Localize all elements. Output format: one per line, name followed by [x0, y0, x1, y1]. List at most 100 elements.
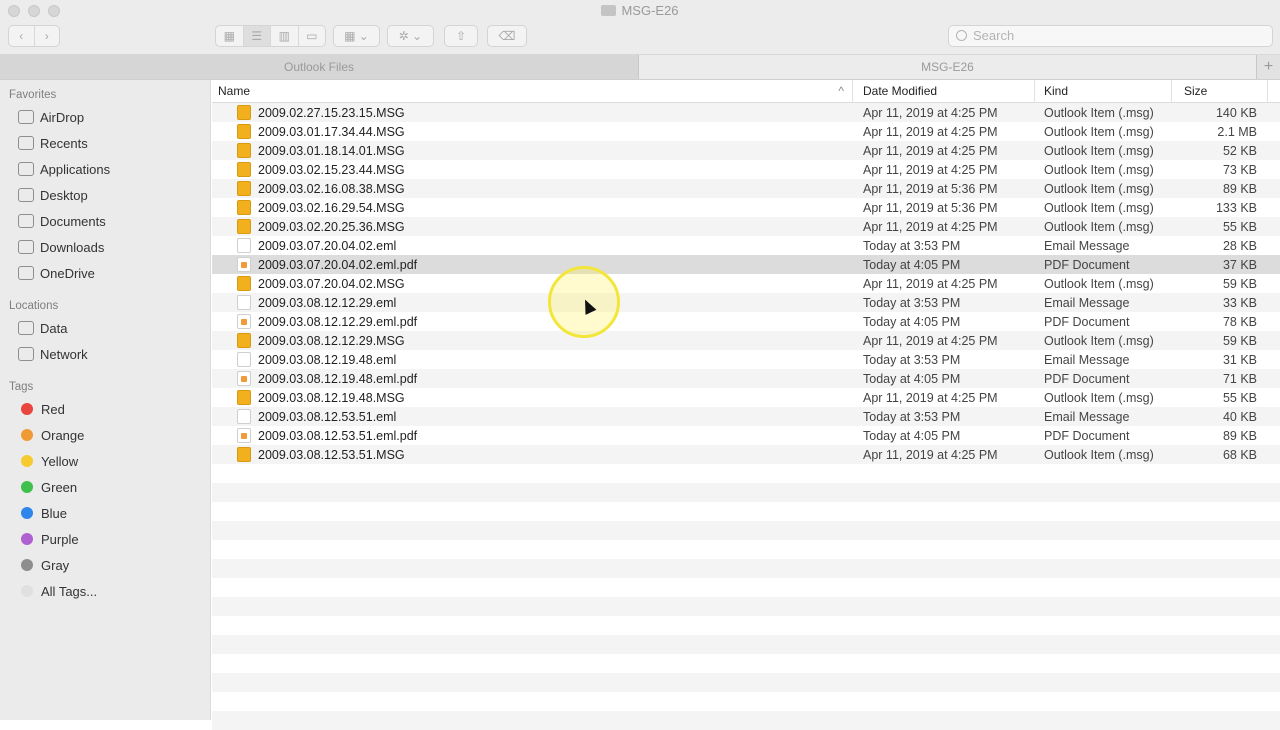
file-name: 2009.03.02.15.23.44.MSG	[258, 162, 405, 177]
file-kind: PDF Document	[1044, 314, 1130, 329]
file-row[interactable]: 2009.03.07.20.04.02.MSG Apr 11, 2019 at 4…	[212, 274, 1280, 293]
sidebar-item-applications[interactable]: Applications	[18, 159, 110, 179]
network-icon	[18, 347, 34, 361]
sidebar-item-documents[interactable]: Documents	[18, 211, 106, 231]
msg-file-icon	[237, 390, 251, 405]
file-name-cell: 2009.03.08.12.19.48.eml.pdf	[212, 371, 853, 386]
file-date: Apr 11, 2019 at 4:25 PM	[863, 162, 998, 177]
file-name: 2009.03.08.12.12.29.eml	[258, 295, 397, 310]
sidebar-item-onedrive[interactable]: OneDrive	[18, 263, 95, 283]
search-input[interactable]: Search	[948, 25, 1273, 47]
applications-icon	[18, 162, 34, 176]
sidebar-tag-gray[interactable]: Gray	[18, 555, 69, 575]
tags-heading: Tags	[9, 381, 34, 393]
eml-file-icon	[237, 409, 251, 424]
file-row[interactable]: 2009.03.08.12.19.48.MSG Apr 11, 2019 at 4…	[212, 388, 1280, 407]
file-kind: PDF Document	[1044, 257, 1130, 272]
tab-outlook-files[interactable]: Outlook Files	[0, 55, 639, 79]
file-kind: Email Message	[1044, 295, 1130, 310]
back-button[interactable]: ‹	[9, 26, 35, 46]
file-kind: Outlook Item (.msg)	[1044, 200, 1154, 215]
tag-button[interactable]: ⌫	[487, 25, 527, 47]
file-row[interactable]: 2009.03.08.12.19.48.eml Today at 3:53 PM E…	[212, 350, 1280, 369]
msg-file-icon	[237, 124, 251, 139]
file-name-cell: 2009.03.08.12.19.48.MSG	[212, 390, 853, 405]
file-row[interactable]: 2009.02.27.15.23.15.MSG Apr 11, 2019 at 4…	[212, 103, 1280, 122]
file-size: 73 KB	[1222, 162, 1257, 177]
column-kind[interactable]: Kind	[1035, 80, 1172, 102]
file-row[interactable]: 2009.03.08.12.12.29.MSG Apr 11, 2019 at 4…	[212, 331, 1280, 350]
sidebar-tag-blue[interactable]: Blue	[18, 503, 67, 523]
file-size: 89 KB	[1222, 181, 1257, 196]
file-date: Apr 11, 2019 at 4:25 PM	[863, 276, 998, 291]
sidebar-item-network-label: Network	[40, 346, 88, 362]
msg-file-icon	[237, 200, 251, 215]
file-row[interactable]: 2009.03.02.16.29.54.MSG Apr 11, 2019 at 5…	[212, 198, 1280, 217]
forward-button[interactable]: ›	[35, 26, 60, 46]
file-kind: Outlook Item (.msg)	[1044, 333, 1154, 348]
file-row[interactable]: 2009.03.01.18.14.01.MSG Apr 11, 2019 at 4…	[212, 141, 1280, 160]
tag-dot-icon	[21, 533, 33, 545]
gallery-view-button[interactable]: ▭	[299, 26, 326, 46]
list-view-button[interactable]: ☰	[243, 26, 271, 46]
sidebar-item-network[interactable]: Network	[18, 344, 88, 364]
sidebar-item-data[interactable]: Data	[18, 318, 67, 338]
sidebar-tag-purple[interactable]: Purple	[18, 529, 79, 549]
folder-icon	[601, 5, 617, 16]
column-header: Name ^ Date Modified Kind Size	[212, 80, 1280, 103]
column-view-button[interactable]: ▥	[271, 26, 299, 46]
sidebar-tag-green[interactable]: Green	[18, 477, 77, 497]
file-date: Today at 4:05 PM	[863, 428, 961, 443]
share-button[interactable]: ⇧	[444, 25, 478, 47]
file-row[interactable]: 2009.03.08.12.19.48.eml.pdf Today at 4:05…	[212, 369, 1280, 388]
sidebar-tag-orange-label: Orange	[41, 427, 85, 443]
msg-file-icon	[237, 447, 251, 462]
file-row[interactable]: 2009.03.08.12.12.29.eml Today at 3:53 PM E…	[212, 293, 1280, 312]
file-row[interactable]: 2009.03.01.17.34.44.MSG Apr 11, 2019 at 4…	[212, 122, 1280, 141]
sidebar-item-desktop[interactable]: Desktop	[18, 185, 88, 205]
file-row[interactable]: 2009.03.08.12.53.51.eml Today at 3:53 PM E…	[212, 407, 1280, 426]
window-title-text: MSG-E26	[621, 3, 679, 18]
action-button[interactable]: ✲ ⌄	[387, 25, 434, 47]
sidebar-item-documents-label: Documents	[40, 213, 106, 229]
gear-icon: ✲ ⌄	[398, 29, 423, 43]
file-name: 2009.03.07.20.04.02.eml	[258, 238, 397, 253]
file-list: Name ^ Date Modified Kind Size 2009.02.27…	[212, 80, 1280, 730]
column-name[interactable]: Name ^	[212, 80, 853, 102]
file-row[interactable]: 2009.03.08.12.53.51.eml.pdf Today at 4:05…	[212, 426, 1280, 445]
file-name: 2009.03.07.20.04.02.eml.pdf	[258, 257, 418, 272]
sidebar-tag-orange[interactable]: Orange	[18, 425, 84, 445]
pdf-file-icon	[237, 371, 251, 386]
file-row[interactable]: 2009.03.07.20.04.02.eml.pdf Today at 4:05…	[212, 255, 1280, 274]
sidebar-item-airdrop[interactable]: AirDrop	[18, 107, 84, 127]
file-date: Apr 11, 2019 at 5:36 PM	[863, 200, 998, 215]
tab-msg-e26[interactable]: MSG-E26	[639, 55, 1256, 79]
file-row[interactable]: 2009.03.02.20.25.36.MSG Apr 11, 2019 at 4…	[212, 217, 1280, 236]
sidebar-tag-blue-label: Blue	[41, 505, 68, 521]
sidebar-tag-yellow[interactable]: Yellow	[18, 451, 78, 471]
sidebar-item-downloads[interactable]: Downloads	[18, 237, 104, 257]
file-date: Apr 11, 2019 at 4:25 PM	[863, 105, 998, 120]
group-button[interactable]: ▦ ⌄	[333, 25, 380, 47]
file-kind: PDF Document	[1044, 371, 1130, 386]
file-kind: Outlook Item (.msg)	[1044, 219, 1154, 234]
file-row[interactable]: 2009.03.02.15.23.44.MSG Apr 11, 2019 at 4…	[212, 160, 1280, 179]
file-name-cell: 2009.03.08.12.19.48.eml	[212, 352, 853, 367]
file-name-cell: 2009.03.08.12.12.29.eml.pdf	[212, 314, 853, 329]
view-switcher: ▦ ☰ ▥ ▭	[215, 25, 326, 47]
file-name: 2009.03.01.17.34.44.MSG	[258, 124, 405, 139]
file-size: 71 KB	[1222, 371, 1257, 386]
file-row[interactable]: 2009.03.08.12.53.51.MSG Apr 11, 2019 at 4…	[212, 445, 1280, 464]
file-row[interactable]: 2009.03.02.16.08.38.MSG Apr 11, 2019 at 5…	[212, 179, 1280, 198]
sidebar-item-recents[interactable]: Recents	[18, 133, 88, 153]
file-row[interactable]: 2009.03.07.20.04.02.eml Today at 3:53 PM E…	[212, 236, 1280, 255]
file-row[interactable]: 2009.03.08.12.12.29.eml.pdf Today at 4:05…	[212, 312, 1280, 331]
file-name-cell: 2009.03.08.12.53.51.eml	[212, 409, 853, 424]
icon-view-button[interactable]: ▦	[216, 26, 244, 46]
sidebar-tag-red[interactable]: Red	[18, 399, 65, 419]
window-title: MSG-E26	[0, 3, 1280, 18]
new-tab-button[interactable]: +	[1256, 55, 1280, 79]
column-date[interactable]: Date Modified	[853, 80, 1035, 102]
sidebar-tag-alltags[interactable]: All Tags...	[18, 581, 97, 601]
column-size[interactable]: Size	[1172, 80, 1268, 102]
